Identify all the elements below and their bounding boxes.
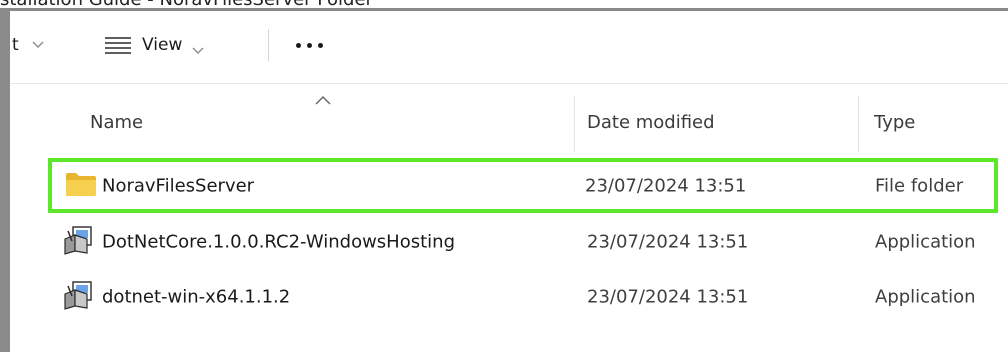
file-type: Application bbox=[875, 286, 976, 308]
column-header-date-modified[interactable]: Date modified bbox=[587, 112, 715, 133]
file-date-modified: 23/07/2024 13:51 bbox=[585, 175, 747, 196]
list-item[interactable]: DotNetCore.1.0.0.RC2-WindowsHosting 23/0… bbox=[50, 220, 996, 264]
command-bar: t View bbox=[10, 11, 1008, 82]
file-date-modified: 23/07/2024 13:51 bbox=[587, 231, 749, 253]
view-button[interactable]: View bbox=[104, 29, 204, 61]
chevron-down-icon[interactable] bbox=[32, 39, 44, 49]
view-list-icon bbox=[104, 35, 132, 55]
more-dots-icon bbox=[296, 42, 301, 48]
sort-ascending-icon bbox=[313, 91, 333, 105]
column-separator[interactable] bbox=[574, 96, 575, 152]
installer-icon bbox=[63, 280, 95, 314]
chevron-down-icon bbox=[192, 40, 204, 54]
toolbar-separator bbox=[268, 29, 269, 61]
column-separator[interactable] bbox=[858, 96, 859, 152]
installer-icon bbox=[63, 225, 95, 259]
view-button-label: View bbox=[142, 35, 183, 55]
file-type: Application bbox=[875, 231, 976, 253]
file-type: File folder bbox=[875, 175, 964, 196]
truncated-command-label[interactable]: t bbox=[12, 35, 19, 55]
screenshot-page: stallation Guide - NoravFilesServer Fold… bbox=[0, 0, 1008, 352]
column-header-name[interactable]: Name bbox=[90, 112, 143, 133]
file-name: DotNetCore.1.0.0.RC2-WindowsHosting bbox=[102, 231, 455, 253]
list-item[interactable]: dotnet-win-x64.1.1.2 23/07/2024 13:51 Ap… bbox=[50, 275, 996, 319]
more-options-button[interactable] bbox=[296, 29, 340, 61]
folder-icon bbox=[65, 171, 97, 201]
file-date-modified: 23/07/2024 13:51 bbox=[587, 286, 749, 308]
file-name: dotnet-win-x64.1.1.2 bbox=[102, 286, 291, 308]
toolbar-divider bbox=[10, 83, 1008, 84]
file-name: NoravFilesServer bbox=[102, 175, 255, 196]
list-item[interactable]: NoravFilesServer 23/07/2024 13:51 File f… bbox=[48, 158, 998, 213]
column-header-type[interactable]: Type bbox=[874, 112, 915, 133]
